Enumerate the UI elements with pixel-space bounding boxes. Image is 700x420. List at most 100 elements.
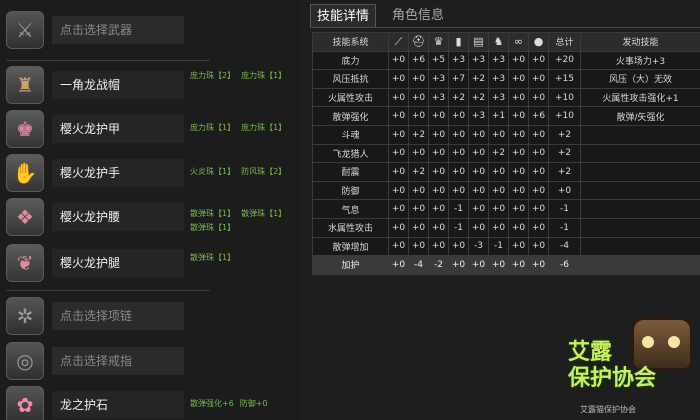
skill-point-cell: +0 (488, 124, 509, 145)
skill-point-cell: +0 (408, 217, 429, 238)
weapon-slot[interactable]: ⚔ 点击选择武器 (0, 8, 300, 52)
skill-name-cell: 气息 (312, 199, 389, 219)
waist-icon: ▤ (468, 32, 489, 52)
skill-point-cell: +0 (428, 217, 449, 238)
skill-total-cell: +2 (548, 162, 581, 182)
skill-point-cell: -4 (408, 255, 429, 275)
skill-table-body: 底力 +0 +6 +5 +3 +3 +3 +0 +0 +20 火事场力+3 风压抵抗 +0 +0 +3 +7 +… (312, 50, 700, 275)
table-row: 加护 +0 -4 -2 +0 +0 +0 +0 +0 -6 (312, 255, 700, 275)
helmet-slot[interactable]: ♜ 一角龙战帽 庞力珠【2】 庞力珠【1】 (0, 63, 300, 107)
gem-label: 庞力珠【1】 (241, 71, 287, 80)
skill-point-cell: +0 (388, 236, 409, 257)
table-row: 斗魂 +0 +2 +0 +0 +0 +0 +0 +0 +2 (312, 124, 700, 145)
skill-point-cell: +0 (428, 199, 449, 219)
ring-select-button[interactable]: 点击选择戒指 (52, 347, 184, 375)
table-row: 散弹强化 +0 +0 +0 +0 +3 +1 +0 +6 +10 散弹/矢强化 (312, 106, 700, 126)
charm-slot[interactable]: ✿ 龙之护石 散弹强化+6 防御+0 (0, 383, 300, 420)
skill-point-cell: +0 (408, 180, 429, 201)
skill-point-cell: +0 (388, 255, 409, 275)
skill-point-cell: -1 (488, 236, 509, 257)
chest-armor-icon: ♚ (6, 110, 44, 148)
activated-skill-cell (580, 143, 700, 164)
tab-skill-details[interactable]: 技能详情 (310, 4, 377, 28)
skill-point-cell: +0 (388, 217, 409, 238)
skill-point-cell: +0 (528, 124, 549, 145)
chest-name[interactable]: 樱火龙护甲 (52, 115, 184, 143)
skill-point-cell: +2 (408, 162, 429, 182)
gem-label: 防风珠【2】 (241, 167, 287, 176)
tab-character-info[interactable]: 角色信息 (386, 4, 450, 28)
skill-point-cell: +2 (448, 87, 469, 108)
skill-name-cell: 水属性攻击 (312, 217, 389, 238)
skill-point-cell: +0 (468, 217, 489, 238)
gauntlet-gems: 火炎珠【1】 防风珠【2】 (190, 165, 300, 179)
leg-armor-icon: ❦ (6, 244, 44, 282)
skill-point-cell: +0 (488, 217, 509, 238)
header-skill-system: 技能系统 (312, 32, 389, 52)
gem-label: 散弹珠【1】 (241, 209, 287, 218)
gem-label: 散弹珠【1】 (190, 223, 236, 232)
skill-point-cell: +3 (488, 50, 509, 71)
activated-skill-cell (580, 199, 700, 219)
divider (6, 290, 210, 291)
skill-point-cell: +3 (428, 87, 449, 108)
gauntlet-slot[interactable]: ✋ 樱火龙护手 火炎珠【1】 防风珠【2】 (0, 151, 300, 195)
skill-total-cell: +10 (548, 106, 581, 126)
necklace-slot[interactable]: ✲ 点击选择项链 (0, 294, 300, 338)
skill-point-cell: +0 (468, 199, 489, 219)
skill-total-cell: +2 (548, 143, 581, 164)
tab-underline (310, 27, 700, 28)
skill-point-cell: +5 (428, 50, 449, 71)
skill-point-cell: +0 (448, 143, 469, 164)
gem-label: 火炎珠【1】 (190, 167, 236, 176)
chest-slot[interactable]: ♚ 樱火龙护甲 庞力珠【1】 庞力珠【1】 (0, 107, 300, 151)
skill-point-cell: +0 (408, 106, 429, 126)
table-row: 火属性攻击 +0 +0 +3 +2 +2 +3 +0 +0 +10 火属性攻击强化+1 (312, 87, 700, 108)
skill-total-cell: -1 (548, 217, 581, 238)
skill-point-cell: +0 (508, 217, 529, 238)
skill-name-cell: 火属性攻击 (312, 87, 389, 108)
watermark-title-line2: 保护协会 (568, 366, 657, 391)
watermark-subtitle: 艾露猫保护协会 (580, 405, 636, 414)
skill-point-cell: +3 (428, 69, 449, 89)
activated-skill-cell (580, 217, 700, 238)
necklace-select-button[interactable]: 点击选择项链 (52, 302, 184, 330)
skill-point-cell: -1 (448, 199, 469, 219)
skill-point-cell: +3 (468, 106, 489, 126)
helmet-name[interactable]: 一角龙战帽 (52, 71, 184, 99)
charm-icon: ● (528, 32, 549, 52)
skill-total-cell: +10 (548, 87, 581, 108)
charm-name[interactable]: 龙之护石 (52, 391, 184, 419)
leg-gems: 散弹珠【1】 (190, 251, 300, 265)
skill-point-cell: +0 (388, 180, 409, 201)
table-row: 散弹增加 +0 +0 +0 +0 -3 -1 +0 +0 -4 (312, 236, 700, 257)
skill-name-cell: 防御 (312, 180, 389, 201)
charm-skill-label: 防御+0 (239, 399, 268, 408)
leg-name[interactable]: 樱火龙护腿 (52, 249, 184, 277)
skill-point-cell: +0 (388, 124, 409, 145)
skill-point-cell: -1 (448, 217, 469, 238)
skill-point-cell: +0 (508, 124, 529, 145)
skill-point-cell: +0 (388, 69, 409, 89)
skill-point-cell: +0 (408, 199, 429, 219)
activated-skill-cell: 火属性攻击强化+1 (580, 87, 700, 108)
skill-point-cell: +0 (408, 236, 429, 257)
helmet-icon: ♜ (6, 66, 44, 104)
skill-point-cell: +0 (508, 143, 529, 164)
header-activated-skill: 发动技能 (580, 32, 700, 52)
leg-slot[interactable]: ❦ 樱火龙护腿 散弹珠【1】 (0, 241, 300, 285)
activated-skill-cell (580, 255, 700, 275)
gauntlet-name[interactable]: 樱火龙护手 (52, 159, 184, 187)
skill-name-cell: 耐震 (312, 162, 389, 182)
ring-slot[interactable]: ◎ 点击选择戒指 (0, 339, 300, 383)
skill-point-cell: +0 (528, 87, 549, 108)
waist-name[interactable]: 樱火龙护腰 (52, 203, 184, 231)
waist-slot[interactable]: ❖ 樱火龙护腰 散弹珠【1】 散弹珠【1】 散弹珠【1】 (0, 195, 300, 239)
table-row: 防御 +0 +0 +0 +0 +0 +0 +0 +0 +0 (312, 180, 700, 201)
weapon-select-button[interactable]: 点击选择武器 (52, 16, 184, 44)
gem-label: 庞力珠【2】 (190, 71, 236, 80)
skill-point-cell: +0 (508, 180, 529, 201)
table-header-row: 技能系统 ⟋ ⛑ ♛ ▮ ▤ ♞ ∞ ● 总计 发动技能 (312, 32, 700, 52)
skill-point-cell: -2 (428, 255, 449, 275)
skill-point-cell: +2 (408, 124, 429, 145)
